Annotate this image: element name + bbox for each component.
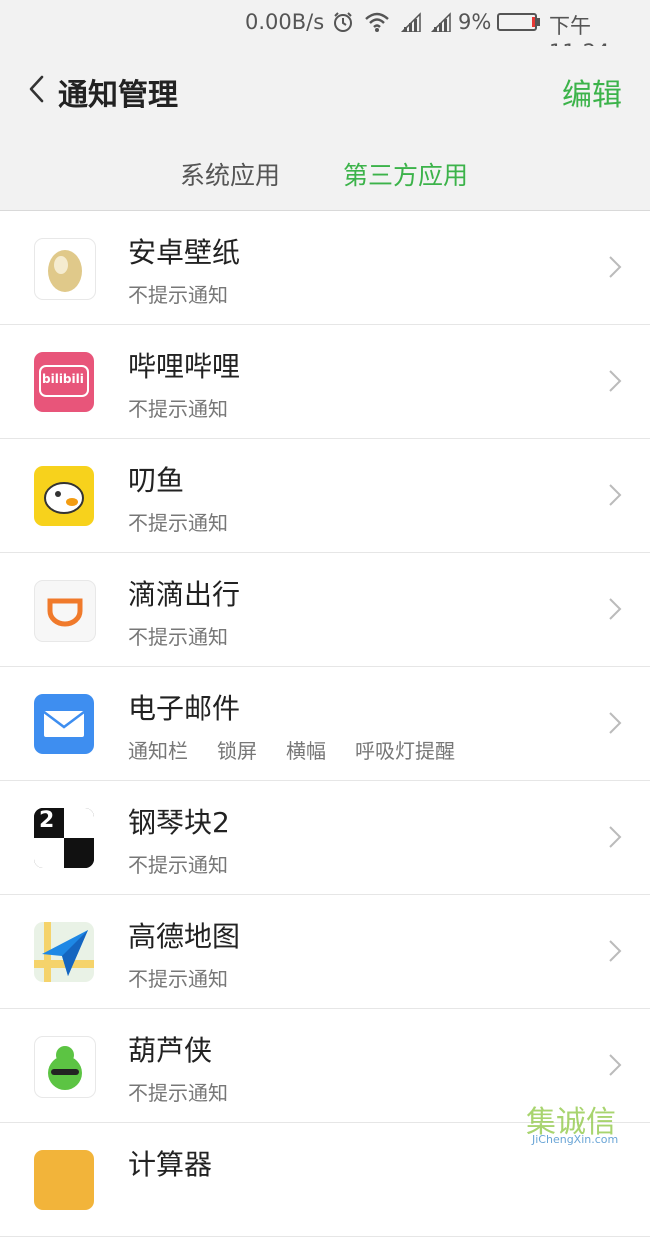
calculator-icon <box>34 1150 94 1210</box>
tag-notification-bar: 通知栏 <box>128 739 188 763</box>
chevron-right-icon <box>608 369 622 393</box>
app-list: 安卓壁纸 不提示通知 bilibili 哔哩哔哩 不提示通知 叨鱼 不提示通知 … <box>0 211 650 1237</box>
app-status: 不提示通知 <box>128 283 228 307</box>
notification-tags: 通知栏 锁屏 横幅 呼吸灯提醒 <box>128 735 455 764</box>
app-row-didi[interactable]: 滴滴出行 不提示通知 <box>0 553 650 667</box>
chevron-right-icon <box>608 483 622 507</box>
piano-tiles-number: 2 <box>39 808 55 833</box>
chevron-right-icon <box>608 825 622 849</box>
chevron-right-icon <box>608 1053 622 1077</box>
huluxia-icon <box>34 1036 96 1098</box>
app-row-email[interactable]: 电子邮件 通知栏 锁屏 横幅 呼吸灯提醒 <box>0 667 650 781</box>
app-name: 叨鱼 <box>128 464 185 497</box>
app-status: 不提示通知 <box>128 1081 228 1105</box>
tag-breathing-light: 呼吸灯提醒 <box>355 739 455 763</box>
tag-lock-screen: 锁屏 <box>217 739 257 763</box>
app-name: 葫芦侠 <box>128 1034 213 1067</box>
didi-icon <box>34 580 96 642</box>
app-row-amap[interactable]: 高德地图 不提示通知 <box>0 895 650 1009</box>
app-row-piano-tiles[interactable]: 2 钢琴块2 不提示通知 <box>0 781 650 895</box>
battery-icon <box>497 13 541 31</box>
app-row-bilibili[interactable]: bilibili 哔哩哔哩 不提示通知 <box>0 325 650 439</box>
app-name: 钢琴块2 <box>128 806 230 839</box>
watermark-url: JiChengXin.com <box>532 1133 619 1146</box>
tag-banner: 横幅 <box>286 739 326 763</box>
app-status: 不提示通知 <box>128 397 228 421</box>
chevron-right-icon <box>608 939 622 963</box>
app-name: 滴滴出行 <box>128 578 241 611</box>
wifi-icon <box>364 11 390 33</box>
tab-third-party-apps[interactable]: 第三方应用 <box>343 156 468 192</box>
chevron-right-icon <box>608 597 622 621</box>
bilibili-icon: bilibili <box>34 352 94 412</box>
egg-icon <box>34 238 96 300</box>
chevron-right-icon <box>608 255 622 279</box>
app-name: 安卓壁纸 <box>128 236 241 269</box>
battery-percent: 9% <box>458 10 492 34</box>
alarm-icon <box>332 11 354 33</box>
edit-button[interactable]: 编辑 <box>562 70 622 114</box>
signal-icon-2 <box>430 12 452 32</box>
mail-icon <box>34 694 94 754</box>
chevron-left-icon[interactable] <box>22 74 52 104</box>
pufferfish-icon <box>34 466 94 526</box>
status-bar: 0.00B/s 9% 下午11:24 <box>0 0 650 64</box>
header: 通知管理 编辑 系统应用 第三方应用 <box>0 46 650 211</box>
app-name: 高德地图 <box>128 920 241 953</box>
app-status: 不提示通知 <box>128 967 228 991</box>
app-status: 不提示通知 <box>128 511 228 535</box>
amap-icon <box>34 922 94 982</box>
watermark: 集诚信 JiChengXin.com <box>526 1097 644 1146</box>
net-speed: 0.00B/s <box>245 10 325 34</box>
tab-system-apps[interactable]: 系统应用 <box>180 156 280 192</box>
app-status: 不提示通知 <box>128 625 228 649</box>
app-name: 计算器 <box>128 1148 213 1181</box>
page-title: 通知管理 <box>58 78 178 113</box>
app-name: 电子邮件 <box>128 692 241 725</box>
app-row-android-wallpaper[interactable]: 安卓壁纸 不提示通知 <box>0 211 650 325</box>
chevron-right-icon <box>608 711 622 735</box>
piano-tiles-icon: 2 <box>34 808 94 868</box>
app-status: 不提示通知 <box>128 853 228 877</box>
signal-icon <box>400 12 422 32</box>
app-name: 哔哩哔哩 <box>128 350 241 383</box>
bilibili-icon-text: bilibili <box>42 372 84 386</box>
app-row-daoyu[interactable]: 叨鱼 不提示通知 <box>0 439 650 553</box>
